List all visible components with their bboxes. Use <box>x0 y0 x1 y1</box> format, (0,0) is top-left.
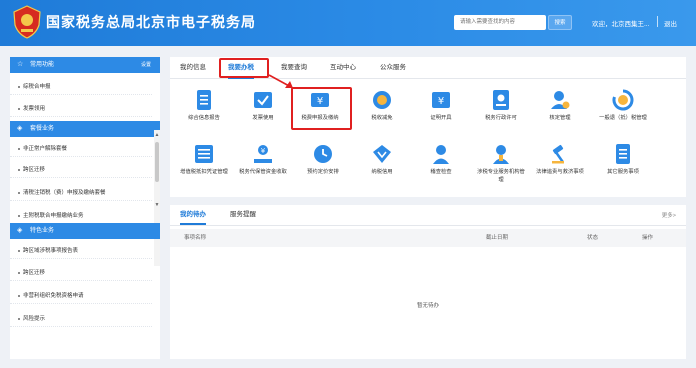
func-other-services[interactable]: 其它服务事项 <box>598 143 648 188</box>
func-label: 核定管理 <box>549 115 571 121</box>
func-advance-pricing[interactable]: 预约定价安排 <box>298 143 348 188</box>
function-highlight-box <box>291 87 352 130</box>
cube-icon: ◈ <box>17 227 23 234</box>
func-label: 税收减免 <box>371 115 393 121</box>
func-professional-service[interactable]: 涉税专业服务机构管理 <box>476 143 526 188</box>
user-gear-icon <box>551 91 570 109</box>
col-name: 事项名称 <box>184 235 207 241</box>
func-label: 税务代保管资金收取 <box>239 169 287 175</box>
search-button[interactable]: 搜索 <box>548 15 572 30</box>
func-legal-remedy[interactable]: 法律追责与救济事项 <box>535 143 585 188</box>
certificate-icon: ¥ <box>432 92 450 108</box>
diamond-icon <box>373 145 391 163</box>
header-divider <box>657 16 658 27</box>
todo-table-header: 事项名称 截止日期 状态 操作 <box>170 229 686 247</box>
sidebar-item[interactable]: 主附税联合申报缴纳业务 <box>10 208 152 224</box>
annotation-arrow-icon <box>268 74 293 88</box>
inspector-icon <box>433 145 449 164</box>
tab-my-todo[interactable]: 我的待办 <box>180 205 206 225</box>
sidebar-item[interactable]: 跨区域涉税事项报告表 <box>10 243 152 259</box>
func-comprehensive-report[interactable]: 综合信息报告 <box>179 89 229 129</box>
star-icon: ☆ <box>17 61 24 68</box>
func-label: 其它服务事项 <box>607 169 639 175</box>
divider <box>170 225 686 226</box>
agent-icon <box>493 145 509 164</box>
func-invoice-use[interactable]: 发票使用 <box>238 89 288 129</box>
col-action: 操作 <box>642 235 654 241</box>
clock-icon <box>314 145 332 163</box>
coin-icon <box>373 91 391 109</box>
func-label: 预约定价安排 <box>307 169 339 175</box>
more-link[interactable]: 更多> <box>662 211 676 219</box>
func-label: 增值税抵扣凭证管理 <box>180 169 228 175</box>
welcome-user[interactable]: 欢迎，北京西集王... <box>592 18 649 28</box>
func-label: 纳税信用 <box>371 169 393 175</box>
func-certificate-issue[interactable]: ¥ 证明开具 <box>416 89 466 129</box>
empty-state-text: 暂无待办 <box>416 303 439 309</box>
cube-icon: ◈ <box>17 125 23 132</box>
func-label: 税务行政许可 <box>485 115 517 121</box>
tax-bureau-emblem-icon <box>13 5 41 39</box>
func-label: 涉税专业服务机构管理 <box>477 169 525 183</box>
func-tax-reduction[interactable]: 税收减免 <box>357 89 407 129</box>
tab-service-reminder[interactable]: 服务提醒 <box>230 205 256 225</box>
func-label: 一般退（抵）税管理 <box>599 115 647 121</box>
sidebar-item[interactable]: 跨区迁移 <box>10 265 152 281</box>
svg-text:¥: ¥ <box>261 147 266 155</box>
sidebar-item[interactable]: 非营利组织免税资格申请 <box>10 288 152 304</box>
func-inspection[interactable]: 稽查检查 <box>416 143 466 188</box>
list-icon <box>616 144 630 164</box>
section-label: 常用功能 <box>30 62 55 68</box>
money-hand-icon: ¥ <box>254 145 272 163</box>
sidebar-item[interactable]: 综税合申报 <box>10 79 152 95</box>
sidebar-item[interactable]: 发票领用 <box>10 101 152 117</box>
func-label: 发票使用 <box>252 115 274 121</box>
func-label: 稽查检查 <box>430 169 452 175</box>
func-label: 综合信息报告 <box>188 115 220 121</box>
func-verification-mgmt[interactable]: 核定管理 <box>535 89 585 129</box>
gavel-icon <box>552 144 564 164</box>
document-icon <box>197 90 211 110</box>
func-vat-deduction[interactable]: 增值税抵扣凭证管理 <box>179 143 229 188</box>
func-label: 法律追责与救济事项 <box>536 169 584 175</box>
tab-my-info[interactable]: 我的信息 <box>180 57 206 79</box>
sidebar-scrollbar[interactable]: ▲ ▼ <box>154 130 160 266</box>
func-custody-funds[interactable]: ¥ 税务代保管资金收取 <box>238 143 288 188</box>
settings-link[interactable]: 设置 <box>141 57 151 73</box>
function-panel: 我的信息 我要办税 我要查询 互动中心 公众服务 综合信息报告 发票使用 ¥ 税… <box>170 57 686 197</box>
receipt-list-icon <box>195 145 213 163</box>
top-header: 国家税务总局北京市电子税务局 搜索 欢迎，北京西集王... 退出 <box>0 0 696 46</box>
invoice-check-icon <box>254 92 272 108</box>
func-refund-mgmt[interactable]: 一般退（抵）税管理 <box>598 89 648 129</box>
sidebar-section-common[interactable]: ☆ 常用功能 设置 <box>10 57 160 73</box>
func-label: 证明开具 <box>430 115 452 121</box>
section-label: 套餐业务 <box>30 126 55 132</box>
func-admin-license[interactable]: 税务行政许可 <box>476 89 526 129</box>
col-status: 状态 <box>587 235 599 241</box>
sidebar-item[interactable]: 跨区迁移 <box>10 162 152 178</box>
todo-panel: 我的待办 服务提醒 更多> 事项名称 截止日期 状态 操作 暂无待办 <box>170 205 686 359</box>
tab-public-service[interactable]: 公众服务 <box>380 57 406 79</box>
sidebar-section-package[interactable]: ◈ 套餐业务 <box>10 121 160 137</box>
func-tax-credit[interactable]: 纳税信用 <box>357 143 407 188</box>
sidebar-section-special[interactable]: ◈ 特色业务 <box>10 223 160 239</box>
col-deadline: 截止日期 <box>486 235 509 241</box>
scroll-thumb[interactable] <box>155 142 159 182</box>
sidebar-item[interactable]: 风险提示 <box>10 311 152 327</box>
scroll-down-icon[interactable]: ▼ <box>154 202 160 208</box>
tab-interaction[interactable]: 互动中心 <box>330 57 356 79</box>
sidebar-item[interactable]: 清税注销税（费）申报及缴纳套餐 <box>10 185 152 201</box>
sidebar: ☆ 常用功能 设置 综税合申报 发票领用 ◈ 套餐业务 非正常户解除套餐 跨区迁… <box>10 57 160 359</box>
sidebar-item[interactable]: 非正常户解除套餐 <box>10 141 152 157</box>
site-title: 国家税务总局北京市电子税务局 <box>46 14 256 30</box>
svg-text:¥: ¥ <box>438 96 444 107</box>
search-input[interactable] <box>454 15 546 30</box>
logout-link[interactable]: 退出 <box>664 18 677 28</box>
license-icon <box>493 90 509 110</box>
refund-icon <box>612 89 634 111</box>
scroll-up-icon[interactable]: ▲ <box>154 132 160 138</box>
tab-highlight-box <box>219 58 269 78</box>
section-label: 特色业务 <box>30 228 55 234</box>
